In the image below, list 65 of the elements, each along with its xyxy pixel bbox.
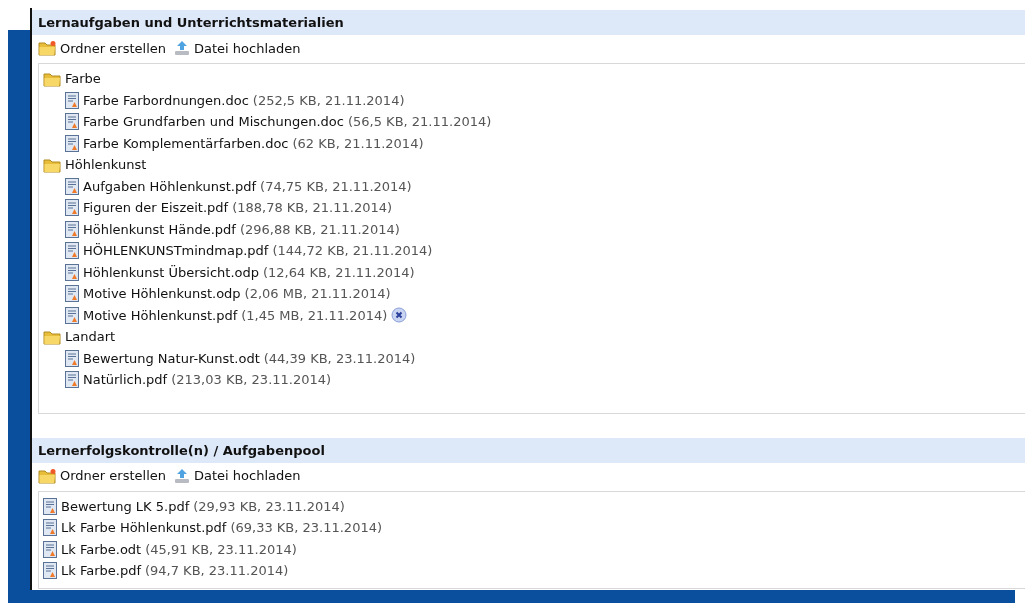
file-info: (94,7 KB, 23.11.2014)	[144, 563, 289, 579]
file-info: (188,78 KB, 21.11.2014)	[232, 200, 393, 216]
document-icon	[65, 113, 79, 131]
document-icon	[43, 519, 57, 537]
document-icon	[65, 285, 79, 303]
document-icon	[43, 497, 57, 515]
file-info: (29,93 KB, 23.11.2014)	[193, 498, 345, 514]
file-link[interactable]: Farbe Komplementärfarben.doc	[83, 135, 289, 151]
folder-link[interactable]: Farbe	[65, 71, 101, 87]
document-icon	[65, 306, 79, 324]
folder-icon	[43, 156, 61, 173]
create-folder-link[interactable]: Ordner erstellen	[38, 40, 166, 56]
file-link[interactable]: Bewertung LK 5.pdf	[61, 498, 190, 514]
document-icon	[65, 199, 79, 217]
folder-link[interactable]: Landart	[65, 329, 116, 345]
file-link[interactable]: Farbe Grundfarben und Mischungen.doc	[83, 114, 344, 130]
file-link[interactable]: Lk Farbe Höhlenkunst.pdf	[61, 520, 227, 536]
document-icon	[43, 540, 57, 558]
new-folder-icon	[38, 467, 56, 484]
file-link[interactable]: Farbe Farbordnungen.doc	[83, 92, 249, 108]
file-link[interactable]: Motive Höhlenkunst.pdf	[83, 307, 238, 323]
file-link[interactable]: Aufgaben Höhlenkunst.pdf	[83, 178, 257, 194]
file-link[interactable]: Lk Farbe.odt	[61, 541, 142, 557]
file-info: (74,75 KB, 21.11.2014)	[260, 178, 412, 194]
file-link[interactable]: Figuren der Eiszeit.pdf	[83, 200, 229, 216]
file-info: (45,91 KB, 23.11.2014)	[145, 541, 297, 557]
file-info: (69,33 KB, 23.11.2014)	[230, 520, 383, 536]
document-icon	[65, 371, 79, 389]
file-link[interactable]: Lk Farbe.pdf	[61, 563, 141, 579]
document-icon	[65, 263, 79, 281]
file-info: (56,5 KB, 21.11.2014)	[347, 114, 492, 130]
file-link[interactable]: Bewertung Natur-Kunst.odt	[83, 350, 260, 366]
section-header: Lernerfolgskontrolle(n) / Aufgabenpool	[32, 437, 1025, 463]
document-icon	[43, 562, 57, 580]
file-link[interactable]: Höhlenkunst Hände.pdf	[83, 221, 236, 237]
file-info: (62 KB, 21.11.2014)	[292, 135, 424, 151]
document-icon	[65, 349, 79, 367]
upload-link[interactable]: Datei hochladen	[174, 40, 301, 56]
file-info: (12,64 KB, 21.11.2014)	[263, 264, 415, 280]
file-info: (44,39 KB, 23.11.2014)	[263, 350, 416, 366]
file-link[interactable]: HÖHLENKUNSTmindmap.pdf	[83, 243, 269, 259]
upload-link[interactable]: Datei hochladen	[174, 467, 301, 484]
folder-icon	[43, 328, 61, 345]
file-info: (296,88 KB, 21.11.2014)	[239, 221, 400, 237]
file-link[interactable]: Höhlenkunst Übersicht.odp	[83, 264, 259, 280]
file-info: (1,45 MB, 21.11.2014)	[241, 307, 388, 323]
upload-icon	[174, 40, 190, 56]
document-icon	[65, 220, 79, 238]
file-link[interactable]: Natürlich.pdf	[83, 372, 168, 388]
remove-icon[interactable]	[391, 307, 408, 324]
file-link[interactable]: Motive Höhlenkunst.odp	[83, 286, 241, 302]
document-icon	[65, 177, 79, 195]
file-info: (252,5 KB, 21.11.2014)	[252, 92, 405, 108]
file-info: (2,06 MB, 21.11.2014)	[244, 286, 391, 302]
new-folder-icon	[38, 40, 56, 56]
document-icon	[65, 242, 79, 260]
section-header: Lernaufgaben und Unterrichtsmaterialien	[32, 10, 1025, 35]
file-info: (213,03 KB, 23.11.2014)	[171, 372, 332, 388]
file-info: (144,72 KB, 21.11.2014)	[272, 243, 433, 259]
folder-icon	[43, 70, 61, 87]
create-folder-link[interactable]: Ordner erstellen	[38, 467, 166, 484]
folder-link[interactable]: Höhlenkunst	[65, 157, 147, 173]
document-icon	[65, 91, 79, 109]
upload-icon	[174, 467, 190, 484]
document-icon	[65, 134, 79, 152]
